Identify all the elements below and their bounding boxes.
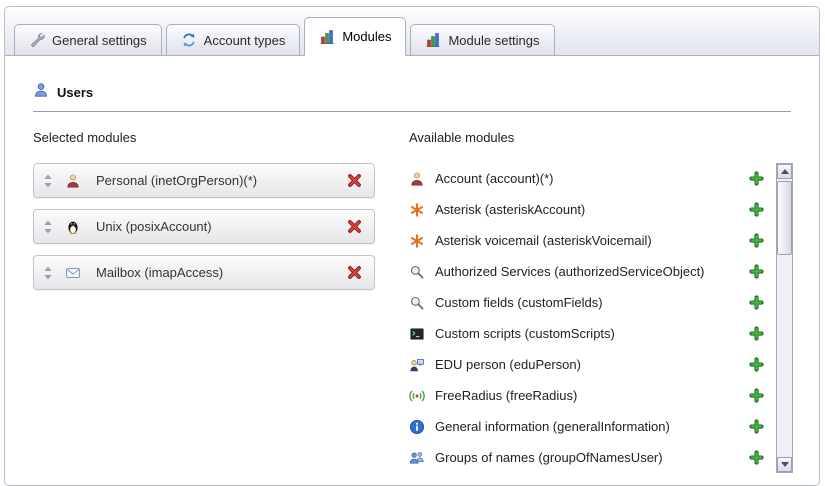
wrench-icon: [29, 32, 45, 48]
tab-module-settings[interactable]: Module settings: [410, 24, 554, 56]
sync-icon: [181, 32, 197, 48]
available-modules-heading: Available modules: [409, 130, 793, 145]
asterisk-voicemail-icon: [409, 233, 425, 249]
module-label: General information (generalInformation): [435, 419, 749, 434]
tab-label: General settings: [52, 33, 147, 48]
tab-account-types[interactable]: Account types: [166, 24, 301, 56]
selected-module-row: Personal (inetOrgPerson)(*): [33, 163, 375, 198]
add-icon[interactable]: [749, 450, 764, 465]
tab-general-settings[interactable]: General settings: [14, 24, 162, 56]
available-module-row: Asterisk voicemail (asteriskVoicemail): [409, 225, 774, 256]
arrow-up-icon: [781, 169, 789, 174]
selected-module-row: Unix (posixAccount): [33, 209, 375, 244]
drag-handle-icon[interactable]: [43, 174, 53, 188]
add-icon[interactable]: [749, 295, 764, 310]
user-icon: [33, 82, 49, 103]
available-module-row: Custom fields (customFields): [409, 287, 774, 318]
mail-icon: [65, 265, 81, 281]
available-module-row: Authorized Services (authorizedServiceOb…: [409, 256, 774, 287]
add-icon[interactable]: [749, 419, 764, 434]
script-icon: [409, 326, 425, 342]
module-label: Unix (posixAccount): [96, 219, 347, 234]
modules-tab-panel: Users Selected modules Personal (inetOrg…: [5, 56, 819, 473]
asterisk-icon: [409, 202, 425, 218]
radius-antenna-icon: [409, 388, 425, 404]
edu-person-icon: [409, 357, 425, 373]
tabs-widget: General settings Account types Modules M…: [4, 6, 820, 486]
module-label: Account (account)(*): [435, 171, 749, 186]
info-icon: [409, 419, 425, 435]
module-label: Groups of names (groupOfNamesUser): [435, 450, 749, 465]
available-modules-scrollbar[interactable]: [776, 163, 793, 473]
tab-label: Modules: [342, 29, 391, 44]
module-label: Custom fields (customFields): [435, 295, 749, 310]
module-label: EDU person (eduPerson): [435, 357, 749, 372]
drag-handle-icon[interactable]: [43, 266, 53, 280]
lam-configuration-screen: General settings Account types Modules M…: [0, 0, 825, 486]
module-label: Authorized Services (authorizedServiceOb…: [435, 264, 749, 279]
delete-icon[interactable]: [347, 219, 362, 234]
scroll-up-button[interactable]: [777, 164, 792, 179]
add-icon[interactable]: [749, 264, 764, 279]
module-label: Asterisk (asteriskAccount): [435, 202, 749, 217]
add-icon[interactable]: [749, 357, 764, 372]
tab-modules[interactable]: Modules: [304, 17, 406, 56]
tab-label: Account types: [204, 33, 286, 48]
module-columns: Selected modules Personal (inetOrgPerson…: [31, 130, 793, 473]
chart-icon: [425, 32, 441, 48]
arrow-down-icon: [781, 462, 789, 467]
group-icon: [409, 450, 425, 466]
available-modules-column: Available modules Account (account)(*): [409, 130, 793, 473]
available-module-row: Custom scripts (customScripts): [409, 318, 774, 349]
add-icon[interactable]: [749, 171, 764, 186]
module-label: Personal (inetOrgPerson)(*): [96, 173, 347, 188]
add-icon[interactable]: [749, 233, 764, 248]
available-module-row: EDU person (eduPerson): [409, 349, 774, 380]
chart-icon: [319, 29, 335, 45]
available-module-row: Account (account)(*): [409, 163, 774, 194]
delete-icon[interactable]: [347, 265, 362, 280]
drag-handle-icon[interactable]: [43, 220, 53, 234]
delete-icon[interactable]: [347, 173, 362, 188]
module-label: Mailbox (imapAccess): [96, 265, 347, 280]
penguin-icon: [65, 219, 81, 235]
module-label: FreeRadius (freeRadius): [435, 388, 749, 403]
selected-modules-heading: Selected modules: [33, 130, 375, 145]
scroll-down-button[interactable]: [777, 457, 792, 472]
scrollbar-track[interactable]: [777, 179, 792, 457]
users-section-header: Users: [33, 82, 791, 112]
available-modules-list: Account (account)(*) Asterisk (asteriskA…: [409, 163, 774, 473]
add-icon[interactable]: [749, 388, 764, 403]
available-module-row: Groups of names (groupOfNamesUser): [409, 442, 774, 473]
module-label: Custom scripts (customScripts): [435, 326, 749, 341]
magnifier-icon: [409, 264, 425, 280]
magnifier-icon: [409, 295, 425, 311]
person-icon: [409, 171, 425, 187]
available-module-row: FreeRadius (freeRadius): [409, 380, 774, 411]
add-icon[interactable]: [749, 202, 764, 217]
section-title: Users: [57, 85, 93, 100]
scrollbar-thumb[interactable]: [777, 181, 792, 255]
add-icon[interactable]: [749, 326, 764, 341]
available-module-row: General information (generalInformation): [409, 411, 774, 442]
available-module-row: Asterisk (asteriskAccount): [409, 194, 774, 225]
selected-modules-column: Selected modules Personal (inetOrgPerson…: [33, 130, 375, 473]
tab-label: Module settings: [448, 33, 539, 48]
tab-bar: General settings Account types Modules M…: [5, 7, 819, 56]
module-label: Asterisk voicemail (asteriskVoicemail): [435, 233, 749, 248]
person-icon: [65, 173, 81, 189]
selected-module-row: Mailbox (imapAccess): [33, 255, 375, 290]
